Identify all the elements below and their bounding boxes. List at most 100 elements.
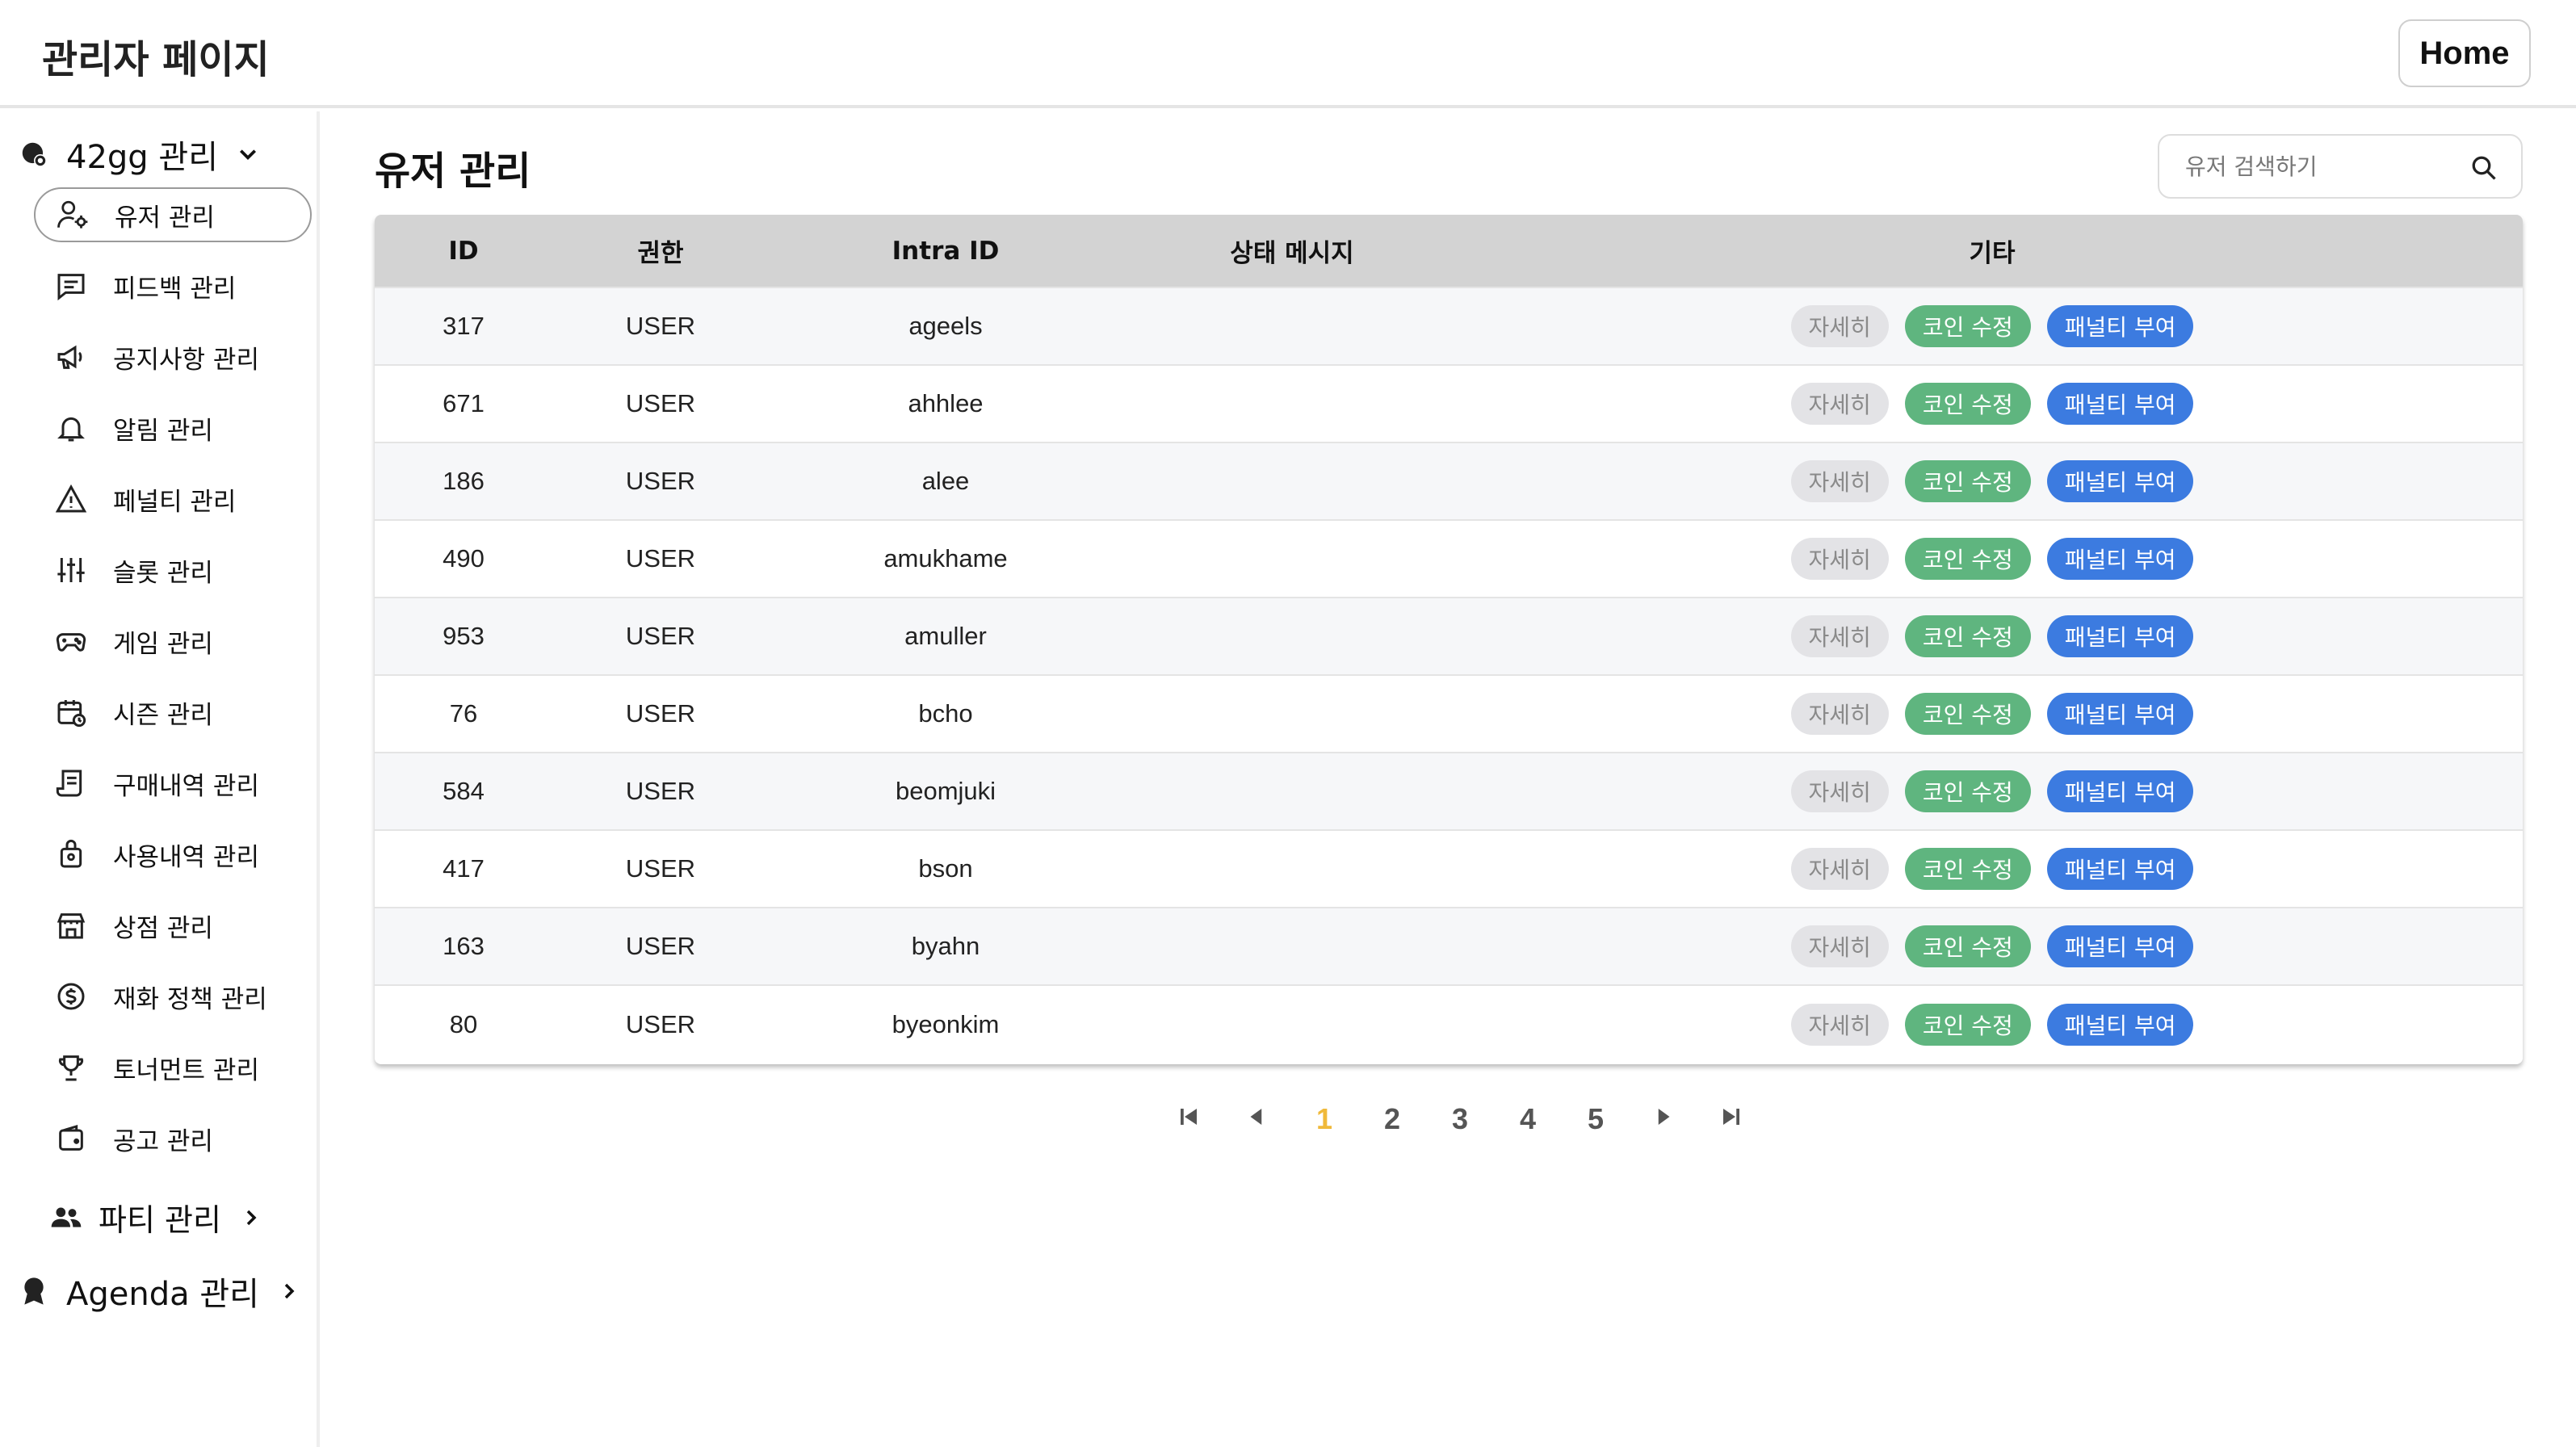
detail-button[interactable]: 자세히 <box>1790 383 1889 425</box>
edit-coin-button[interactable]: 코인 수정 <box>1904 538 2031 580</box>
row-actions: 자세히 코인 수정 패널티 부여 <box>1462 693 2523 735</box>
next-page-button[interactable] <box>1630 1087 1697 1151</box>
page-button-3[interactable]: 3 <box>1426 1087 1494 1151</box>
give-penalty-button[interactable]: 패널티 부여 <box>2046 615 2194 657</box>
edit-coin-button[interactable]: 코인 수정 <box>1904 305 2031 347</box>
sidebar-item-store[interactable]: 상점 관리 <box>34 898 312 953</box>
detail-button[interactable]: 자세히 <box>1790 305 1889 347</box>
column-header-etc: 기타 <box>1969 239 2016 268</box>
sidebar-section-label: Agenda 관리 <box>66 1276 259 1313</box>
sidebar-item-season[interactable]: 시즌 관리 <box>34 685 312 740</box>
sidebar-item-purchase[interactable]: 구매내역 관리 <box>34 756 312 811</box>
prev-page-button[interactable] <box>1223 1087 1290 1151</box>
sidebar-item-alarm[interactable]: 알림 관리 <box>34 401 312 455</box>
cell-intra-id: bson <box>918 854 973 883</box>
give-penalty-button[interactable]: 패널티 부여 <box>2046 925 2194 967</box>
sidebar-item-recruitment[interactable]: 공고 관리 <box>34 1111 312 1166</box>
cell-actions: 자세히 코인 수정 패널티 부여 <box>1462 520 2523 598</box>
cell-role: USER <box>625 854 696 883</box>
page-button-2[interactable]: 2 <box>1358 1087 1426 1151</box>
give-penalty-button[interactable]: 패널티 부여 <box>2046 460 2194 502</box>
sidebar-item-label: 재화 정책 관리 <box>113 984 267 1014</box>
bell-icon <box>53 410 89 446</box>
chevron-right-icon[interactable] <box>239 1206 263 1230</box>
edit-coin-button[interactable]: 코인 수정 <box>1904 770 2031 812</box>
home-button[interactable]: Home <box>2398 19 2531 87</box>
sidebar-item-label: 사용내역 관리 <box>113 842 259 872</box>
cell-status <box>1122 985 1462 1063</box>
calendar-icon <box>53 694 89 730</box>
edit-coin-button[interactable]: 코인 수정 <box>1904 460 2031 502</box>
last-page-button[interactable] <box>1697 1087 1765 1151</box>
chevron-down-icon[interactable] <box>236 142 260 166</box>
edit-coin-button[interactable]: 코인 수정 <box>1904 1003 2031 1046</box>
search-icon[interactable] <box>2469 153 2498 182</box>
sidebar-item-penalty[interactable]: 페널티 관리 <box>34 472 312 526</box>
give-penalty-button[interactable]: 패널티 부여 <box>2046 1003 2194 1046</box>
first-page-button[interactable] <box>1155 1087 1223 1151</box>
edit-coin-button[interactable]: 코인 수정 <box>1904 848 2031 890</box>
sidebar-item-notice[interactable]: 공지사항 관리 <box>34 329 312 384</box>
give-penalty-button[interactable]: 패널티 부여 <box>2046 848 2194 890</box>
row-actions: 자세히 코인 수정 패널티 부여 <box>1462 1003 2523 1046</box>
give-penalty-button[interactable]: 패널티 부여 <box>2046 538 2194 580</box>
sidebar-item-game[interactable]: 게임 관리 <box>34 614 312 669</box>
sidebar-item-label: 피드백 관리 <box>113 274 237 304</box>
cell-intra-id: bcho <box>918 699 973 728</box>
detail-button[interactable]: 자세히 <box>1790 848 1889 890</box>
sidebar-item-feedback[interactable]: 피드백 관리 <box>34 258 312 313</box>
detail-button[interactable]: 자세히 <box>1790 770 1889 812</box>
cell-status <box>1122 753 1462 830</box>
sidebar-item-usage[interactable]: 사용내역 관리 <box>34 827 312 882</box>
cell-role: USER <box>625 312 696 340</box>
detail-button[interactable]: 자세히 <box>1790 1003 1889 1046</box>
badge-gear-icon <box>18 138 50 170</box>
cell-intra-id: alee <box>921 467 970 495</box>
give-penalty-button[interactable]: 패널티 부여 <box>2046 770 2194 812</box>
user-gear-icon <box>55 197 90 233</box>
sidebar-section-agenda[interactable]: Agenda 관리 <box>18 1268 301 1315</box>
table-row: 317 USER ageels 자세히 코인 수정 패널티 부여 <box>375 287 2523 365</box>
wallet-icon <box>53 1121 89 1156</box>
page-button-1[interactable]: 1 <box>1290 1087 1358 1151</box>
receipt-icon <box>53 765 89 801</box>
row-actions: 자세히 코인 수정 패널티 부여 <box>1462 460 2523 502</box>
chevron-right-icon[interactable] <box>277 1279 301 1303</box>
edit-coin-button[interactable]: 코인 수정 <box>1904 925 2031 967</box>
cell-id: 163 <box>443 932 485 960</box>
detail-button[interactable]: 자세히 <box>1790 693 1889 735</box>
table-row: 584 USER beomjuki 자세히 코인 수정 패널티 부여 <box>375 753 2523 830</box>
cell-id: 186 <box>443 467 485 495</box>
edit-coin-button[interactable]: 코인 수정 <box>1904 383 2031 425</box>
edit-coin-button[interactable]: 코인 수정 <box>1904 693 2031 735</box>
cell-intra-id: beomjuki <box>895 777 996 805</box>
sidebar-section-party[interactable]: 파티 관리 <box>50 1195 263 1239</box>
sidebar-item-label: 공고 관리 <box>113 1126 213 1156</box>
search-input[interactable] <box>2185 153 2460 180</box>
cell-actions: 자세히 코인 수정 패널티 부여 <box>1462 985 2523 1063</box>
page-button-5[interactable]: 5 <box>1562 1087 1630 1151</box>
detail-button[interactable]: 자세히 <box>1790 538 1889 580</box>
sidebar: 42gg 관리 유저 관리 피드백 관리 공지사항 관리 알림 관리 페널티 관… <box>0 111 320 1447</box>
cell-intra-id: ahhlee <box>908 389 984 417</box>
detail-button[interactable]: 자세히 <box>1790 615 1889 657</box>
page-button-4[interactable]: 4 <box>1494 1087 1562 1151</box>
cell-actions: 자세히 코인 수정 패널티 부여 <box>1462 442 2523 520</box>
sidebar-item-slot[interactable]: 슬롯 관리 <box>34 543 312 598</box>
sidebar-item-tournament[interactable]: 토너먼트 관리 <box>34 1040 312 1095</box>
row-actions: 자세히 코인 수정 패널티 부여 <box>1462 925 2523 967</box>
detail-button[interactable]: 자세히 <box>1790 925 1889 967</box>
give-penalty-button[interactable]: 패널티 부여 <box>2046 383 2194 425</box>
sidebar-section-42gg[interactable]: 42gg 관리 <box>18 131 260 178</box>
detail-button[interactable]: 자세히 <box>1790 460 1889 502</box>
sidebar-item-currency-policy[interactable]: 재화 정책 관리 <box>34 969 312 1024</box>
cell-actions: 자세히 코인 수정 패널티 부여 <box>1462 365 2523 442</box>
edit-coin-button[interactable]: 코인 수정 <box>1904 615 2031 657</box>
sidebar-item-users[interactable]: 유저 관리 <box>34 187 312 242</box>
give-penalty-button[interactable]: 패널티 부여 <box>2046 693 2194 735</box>
cell-role: USER <box>625 389 696 417</box>
give-penalty-button[interactable]: 패널티 부여 <box>2046 305 2194 347</box>
cell-status <box>1122 675 1462 753</box>
table-row: 953 USER amuller 자세히 코인 수정 패널티 부여 <box>375 598 2523 675</box>
column-header-intra-id: Intra ID <box>892 236 1000 266</box>
